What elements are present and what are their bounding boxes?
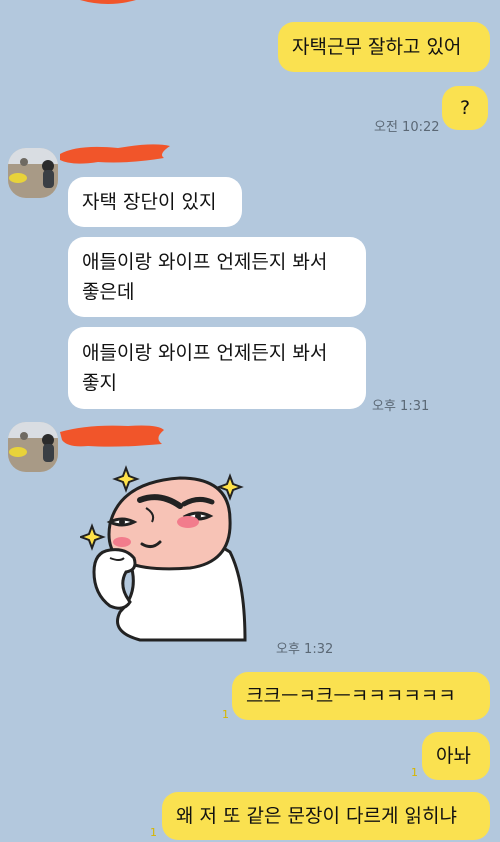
- contact-avatar[interactable]: [8, 148, 58, 198]
- their-message-bubble[interactable]: 애들이랑 와이프 언제든지 봐서 좋지: [68, 327, 366, 409]
- their-message-bubble[interactable]: 애들이랑 와이프 언제든지 봐서 좋은데: [68, 237, 366, 317]
- message-text: 크크ㅡㅋ크ㅡㅋㅋㅋㅋㅋㅋ: [246, 685, 456, 707]
- message-timestamp: 오후 1:32: [276, 642, 334, 657]
- my-message-bubble[interactable]: 왜 저 또 같은 문장이 다르게 읽히냐: [162, 792, 490, 840]
- message-text: 애들이랑 와이프 언제든지 봐서: [82, 251, 328, 273]
- message-text: 애들이랑 와이프 언제든지 봐서: [82, 342, 328, 364]
- unread-count: 1: [150, 826, 157, 839]
- avatar-photo-icon: [8, 422, 58, 472]
- redaction-mark-top: [80, 0, 136, 4]
- redacted-contact-name: [60, 425, 164, 447]
- message-text: 자택근무 잘하고 있어: [292, 36, 462, 58]
- message-timestamp: 오전 10:22: [374, 120, 440, 135]
- redacted-contact-name: [60, 144, 170, 164]
- message-timestamp: 오후 1:31: [372, 399, 430, 414]
- message-text: 아놔: [436, 745, 471, 767]
- my-message-bubble[interactable]: 자택근무 잘하고 있어: [278, 22, 490, 72]
- unread-count: 1: [411, 766, 418, 779]
- avatar-photo-icon: [8, 148, 58, 198]
- message-text: 좋지: [82, 372, 117, 394]
- my-message-bubble[interactable]: ?: [442, 86, 488, 130]
- my-message-bubble[interactable]: 아놔: [422, 732, 490, 780]
- peach-character-smirk-sticker-icon[interactable]: [80, 462, 255, 642]
- message-text: 왜 저 또 같은 문장이 다르게 읽히냐: [176, 805, 457, 827]
- message-text: ?: [459, 97, 471, 119]
- their-message-bubble[interactable]: 자택 장단이 있지: [68, 177, 242, 227]
- unread-count: 1: [222, 708, 229, 721]
- message-text: 좋은데: [82, 281, 135, 303]
- my-message-bubble[interactable]: 크크ㅡㅋ크ㅡㅋㅋㅋㅋㅋㅋ: [232, 672, 490, 720]
- message-text: 자택 장단이 있지: [82, 191, 217, 213]
- contact-avatar[interactable]: [8, 422, 58, 472]
